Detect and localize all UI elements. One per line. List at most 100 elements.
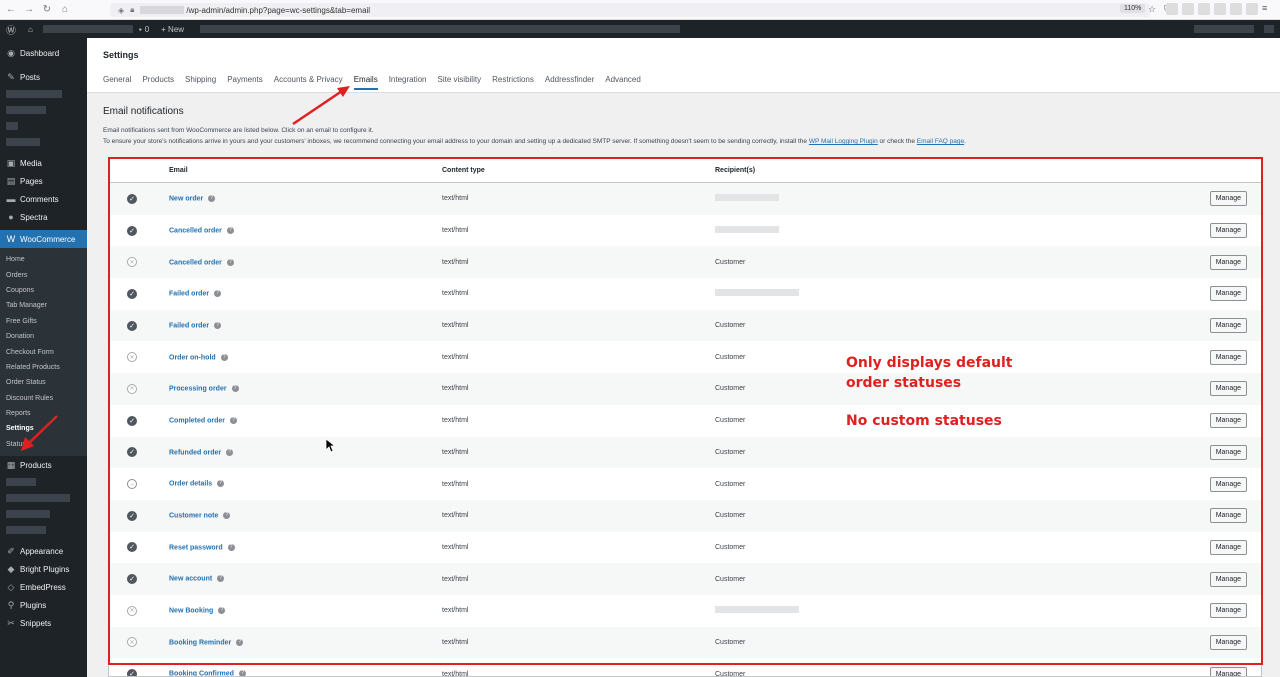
comments-icon[interactable]: ▪ 0 [133, 25, 155, 34]
redacted-menu-item[interactable] [0, 474, 87, 490]
submenu-checkout-form[interactable]: Checkout Form [0, 344, 87, 359]
email-name-link[interactable]: Order on-hold [169, 354, 216, 361]
help-tip-icon[interactable]: ? [223, 512, 231, 520]
extension-icon[interactable] [1246, 3, 1258, 15]
email-name-link[interactable]: Reset password [169, 544, 223, 551]
email-name-link[interactable]: Order details [169, 481, 212, 488]
tab-restrictions[interactable]: Restrictions [492, 75, 534, 90]
menu-posts[interactable]: ✎ Posts [0, 68, 87, 86]
tab-site-visibility[interactable]: Site visibility [438, 75, 482, 90]
redacted-menu-item[interactable] [0, 102, 87, 118]
help-tip-icon[interactable]: ? [238, 670, 246, 676]
submenu-free-gifts[interactable]: Free Gifts [0, 314, 87, 329]
tab-addressfinder[interactable]: Addressfinder [545, 75, 594, 90]
help-tip-icon[interactable]: ? [218, 607, 226, 615]
submenu-related-products[interactable]: Related Products [0, 360, 87, 375]
manage-button[interactable]: Manage [1209, 223, 1247, 239]
menu-products[interactable]: ▦ Products [0, 456, 87, 474]
wp-mail-logging-link[interactable]: WP Mail Logging Plugin [809, 138, 878, 145]
redacted-menu-item[interactable] [0, 522, 87, 538]
extension-icon[interactable] [1214, 3, 1226, 15]
submenu-settings[interactable]: Settings [0, 421, 87, 436]
submenu-home[interactable]: Home [0, 252, 87, 267]
manage-button[interactable]: Manage [1209, 571, 1247, 587]
address-bar[interactable]: ◈ 🔒︎ /wp-admin/admin.php?page=wc-setting… [110, 3, 1150, 17]
extension-icon[interactable] [1182, 3, 1194, 15]
wordpress-logo-icon[interactable]: Ⓦ [0, 22, 22, 37]
help-tip-icon[interactable]: ? [230, 416, 238, 424]
email-name-link[interactable]: New account [169, 576, 212, 583]
menu-woocommerce[interactable]: W WooCommerce [0, 230, 87, 248]
manage-button[interactable]: Manage [1209, 381, 1247, 397]
help-tip-icon[interactable]: ? [217, 575, 225, 583]
help-tip-icon[interactable]: ? [226, 226, 234, 234]
redacted-menu-item[interactable] [0, 86, 87, 102]
email-name-link[interactable]: Customer note [169, 512, 218, 519]
manage-button[interactable]: Manage [1209, 349, 1247, 365]
email-name-link[interactable]: Cancelled order [169, 227, 222, 234]
email-name-link[interactable]: Cancelled order [169, 259, 222, 266]
submenu-status[interactable]: Status [0, 437, 87, 452]
submenu-reports[interactable]: Reports [0, 406, 87, 421]
menu-bright-plugins[interactable]: ◆ Bright Plugins [0, 560, 87, 578]
extension-icon[interactable] [1166, 3, 1178, 15]
manage-button[interactable]: Manage [1209, 476, 1247, 492]
menu-plugins[interactable]: ⚲ Plugins [0, 596, 87, 614]
home-icon[interactable]: ⌂ [58, 3, 72, 17]
email-name-link[interactable]: New Booking [169, 607, 213, 614]
submenu-coupons[interactable]: Coupons [0, 283, 87, 298]
tab-payments[interactable]: Payments [227, 75, 263, 90]
submenu-donation[interactable]: Donation [0, 329, 87, 344]
help-tip-icon[interactable]: ? [214, 321, 222, 329]
email-name-link[interactable]: Completed order [169, 417, 225, 424]
tab-advanced[interactable]: Advanced [605, 75, 641, 90]
manage-button[interactable]: Manage [1209, 603, 1247, 619]
menu-appearance[interactable]: ✐ Appearance [0, 542, 87, 560]
manage-button[interactable]: Manage [1209, 666, 1247, 676]
tab-shipping[interactable]: Shipping [185, 75, 216, 90]
email-faq-link[interactable]: Email FAQ page [917, 138, 964, 145]
zoom-badge[interactable]: 110% [1120, 4, 1146, 13]
manage-button[interactable]: Manage [1209, 286, 1247, 302]
forward-icon[interactable]: → [22, 3, 36, 17]
email-name-link[interactable]: New order [169, 196, 203, 203]
submenu-tab-manager[interactable]: Tab Manager [0, 298, 87, 313]
menu-media[interactable]: ▣ Media [0, 154, 87, 172]
help-tip-icon[interactable]: ? [214, 290, 222, 298]
submenu-order-status[interactable]: Order Status [0, 375, 87, 390]
redacted-menu-item[interactable] [0, 118, 87, 134]
manage-button[interactable]: Manage [1209, 634, 1247, 650]
manage-button[interactable]: Manage [1209, 191, 1247, 207]
menu-comments[interactable]: ▬ Comments [0, 190, 87, 208]
tab-emails[interactable]: Emails [353, 75, 378, 90]
help-tip-icon[interactable]: ? [208, 195, 216, 203]
avatar[interactable] [1264, 25, 1274, 33]
reload-icon[interactable]: ↻ [40, 3, 54, 17]
extension-icon[interactable] [1230, 3, 1242, 15]
new-content-link[interactable]: + New [155, 25, 190, 34]
help-tip-icon[interactable]: ? [217, 480, 225, 488]
manage-button[interactable]: Manage [1209, 539, 1247, 555]
submenu-discount-rules[interactable]: Discount Rules [0, 391, 87, 406]
email-name-link[interactable]: Failed order [169, 291, 209, 298]
manage-button[interactable]: Manage [1209, 508, 1247, 524]
menu-snippets[interactable]: ✂ Snippets [0, 614, 87, 632]
email-name-link[interactable]: Refunded order [169, 449, 221, 456]
menu-icon[interactable]: ≡ [1262, 3, 1274, 15]
help-tip-icon[interactable]: ? [236, 638, 244, 646]
site-home-icon[interactable]: ⌂ [22, 25, 39, 34]
manage-button[interactable]: Manage [1209, 254, 1247, 270]
tab-accounts-privacy[interactable]: Accounts & Privacy [274, 75, 343, 90]
submenu-orders[interactable]: Orders [0, 267, 87, 282]
help-tip-icon[interactable]: ? [227, 543, 235, 551]
menu-pages[interactable]: ▤ Pages [0, 172, 87, 190]
redacted-menu-item[interactable] [0, 506, 87, 522]
manage-button[interactable]: Manage [1209, 318, 1247, 334]
redacted-menu-item[interactable] [0, 134, 87, 150]
back-icon[interactable]: ← [4, 3, 18, 17]
email-name-link[interactable]: Booking Reminder [169, 639, 231, 646]
tab-products[interactable]: Products [142, 75, 174, 90]
help-tip-icon[interactable]: ? [226, 448, 234, 456]
email-name-link[interactable]: Processing order [169, 386, 227, 393]
tab-general[interactable]: General [103, 75, 131, 90]
